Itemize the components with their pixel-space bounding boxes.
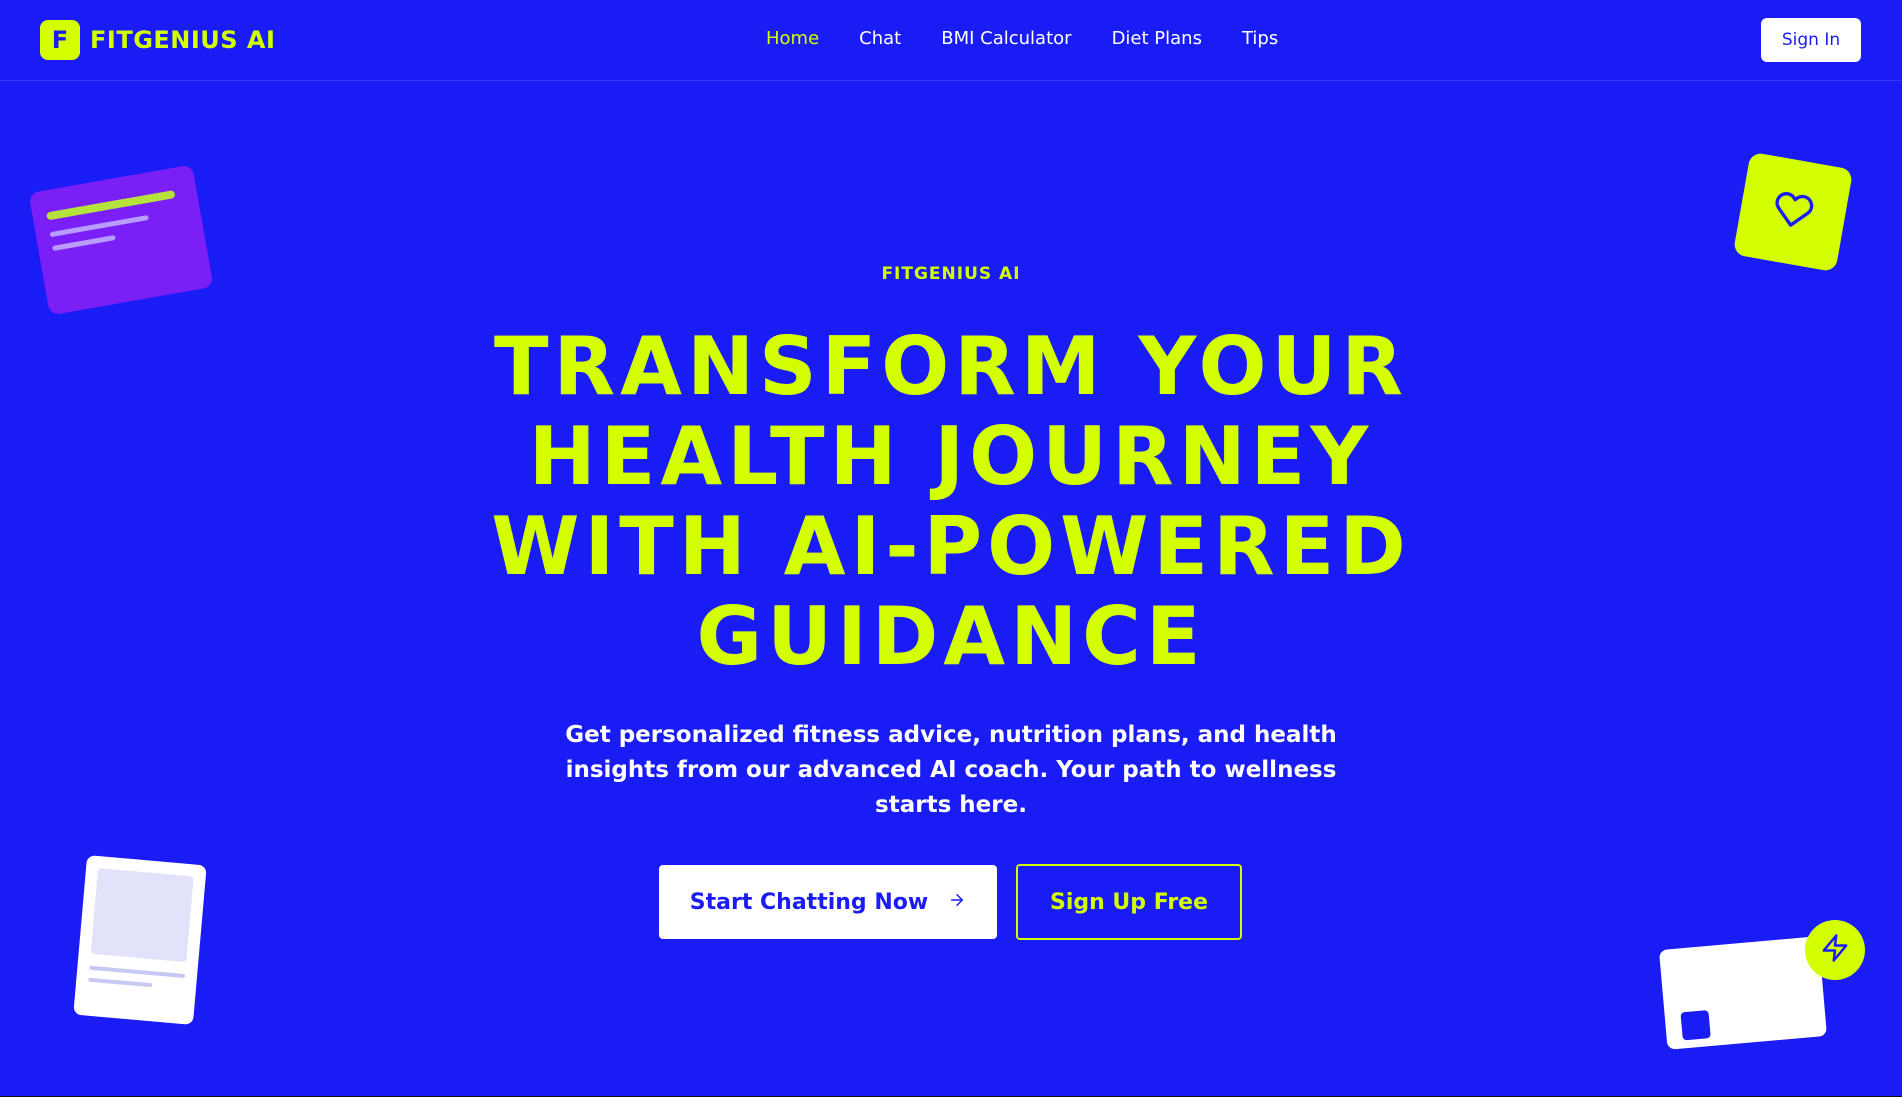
decorative-credit-card <box>1658 936 1828 1050</box>
lightning-bolt-icon <box>1820 933 1850 967</box>
hero-subtext: Get personalized fitness advice, nutriti… <box>565 722 1337 818</box>
card-line <box>88 977 153 988</box>
site-header: F FITGENIUS AI Home Chat BMI Calculator … <box>0 0 1902 81</box>
brand-name: FITGENIUS AI <box>90 26 276 54</box>
start-chatting-button[interactable]: Start Chatting Now <box>659 865 997 939</box>
card-image-placeholder <box>90 868 194 963</box>
brand-logo[interactable]: F FITGENIUS AI <box>40 20 275 60</box>
nav-item-home[interactable]: Home <box>766 28 819 49</box>
hero-headline: TRANSFORM YOUR HEALTH JOURNEY WITH AI-PO… <box>401 322 1501 682</box>
headline-line: TRANSFORM YOUR <box>493 320 1409 413</box>
headline-line: WITH AI-POWERED <box>491 500 1411 593</box>
arrow-right-icon <box>948 890 966 915</box>
headline-line: GUIDANCE <box>696 590 1206 683</box>
card-line <box>49 214 149 238</box>
hero-eyebrow: FITGENIUS AI <box>881 264 1021 284</box>
decorative-bolt-badge <box>1805 920 1865 980</box>
start-chatting-label: Start Chatting Now <box>689 889 929 915</box>
sign-in-button[interactable]: Sign In <box>1761 18 1861 62</box>
sign-up-free-button[interactable]: Sign Up Free <box>1016 864 1242 940</box>
nav-item-tips[interactable]: Tips <box>1242 28 1278 49</box>
main-nav: Home Chat BMI Calculator Diet Plans Tips <box>766 28 1278 49</box>
logo-mark: F <box>40 20 80 60</box>
headline-line: HEALTH JOURNEY <box>528 410 1374 503</box>
decorative-white-card <box>73 855 207 1025</box>
nav-item-bmi-calculator[interactable]: BMI Calculator <box>941 28 1071 49</box>
decorative-heart-card <box>1732 151 1854 273</box>
landing-page: F FITGENIUS AI Home Chat BMI Calculator … <box>0 0 1902 1097</box>
card-line <box>52 234 116 251</box>
card-chip <box>1680 1010 1711 1041</box>
card-line <box>89 965 186 979</box>
heart-icon <box>1769 187 1816 237</box>
nav-item-diet-plans[interactable]: Diet Plans <box>1112 28 1202 49</box>
nav-item-chat[interactable]: Chat <box>859 28 901 49</box>
card-line <box>46 190 176 221</box>
